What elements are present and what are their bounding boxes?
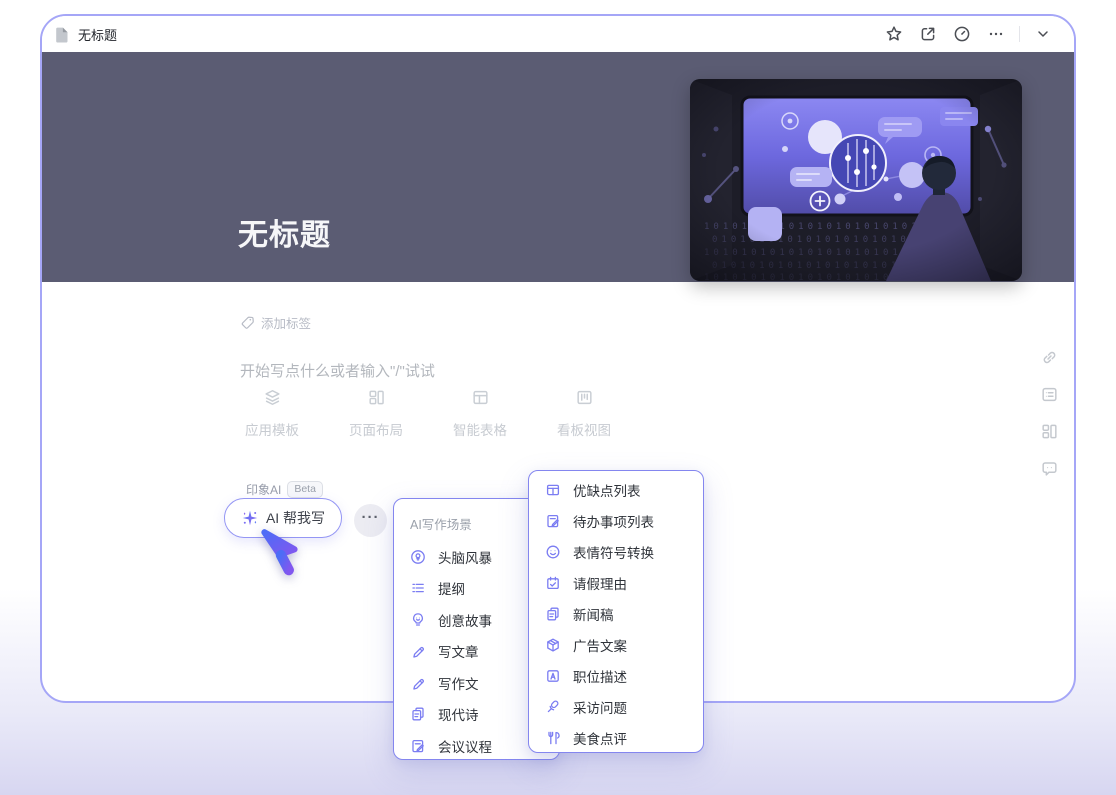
- ai-extra-scene-menu: 优缺点列表 待办事项列表 表情符号转换 请假理由: [528, 470, 704, 753]
- template-kanban-view[interactable]: 看板视图: [532, 388, 636, 439]
- add-tag-button[interactable]: 添加标签: [240, 313, 311, 332]
- star-button[interactable]: [877, 20, 911, 48]
- menu-item-emoji-convert[interactable]: 表情符号转换: [529, 536, 703, 567]
- menu-item-pros-cons[interactable]: 优缺点列表: [529, 474, 703, 505]
- template-app-templates[interactable]: 应用模板: [220, 388, 324, 439]
- comments-panel-button[interactable]: [1038, 458, 1060, 478]
- form-box-icon: [1040, 385, 1059, 404]
- link-icon: [1040, 348, 1059, 367]
- brainstorm-icon: [410, 549, 426, 565]
- tag-icon: [240, 315, 255, 330]
- layers-icon: [263, 388, 282, 407]
- menu-item-todo-list[interactable]: 待办事项列表: [529, 505, 703, 536]
- add-tag-label: 添加标签: [261, 313, 311, 332]
- titlebar: 无标题: [42, 16, 1074, 52]
- cursor-pointer-icon: [252, 524, 310, 587]
- layout-icon: [367, 388, 386, 407]
- calendar-check-icon: [545, 575, 561, 591]
- menu-item-food-review[interactable]: 美食点评: [529, 722, 703, 753]
- ai-brand: 印象AI Beta: [246, 481, 323, 498]
- microphone-icon: [545, 699, 561, 715]
- template-shortcuts: 应用模板 页面布局 智能表格 看板视图: [220, 388, 636, 439]
- template-label: 智能表格: [453, 419, 507, 439]
- idea-icon: [410, 612, 426, 628]
- note-title[interactable]: 无标题: [238, 210, 331, 254]
- template-label: 页面布局: [349, 419, 403, 439]
- menu-item-press-release[interactable]: 新闻稿: [529, 598, 703, 629]
- pen-icon: [410, 643, 426, 659]
- cutlery-icon: [545, 730, 561, 746]
- menu-item-job-description[interactable]: 职位描述: [529, 660, 703, 691]
- window-title: 无标题: [78, 25, 117, 44]
- share-button[interactable]: [911, 20, 945, 48]
- table-icon: [471, 388, 490, 407]
- table-list-icon: [545, 482, 561, 498]
- blocks-icon: [1040, 422, 1059, 441]
- document-icon: [52, 25, 71, 44]
- page: 无标题: [0, 0, 1116, 795]
- template-label: 应用模板: [245, 419, 299, 439]
- beta-badge: Beta: [287, 481, 323, 498]
- outline-panel-button[interactable]: [1038, 384, 1060, 404]
- editor-placeholder[interactable]: 开始写点什么或者输入"/"试试: [240, 360, 435, 381]
- package-icon: [545, 637, 561, 653]
- ellipsis-icon: ···: [362, 513, 380, 529]
- ai-brand-label: 印象AI: [246, 481, 281, 498]
- banner-illustration: 10101010101010101010101010 0101010101010…: [690, 79, 1022, 281]
- collapse-chevron-button[interactable]: [1026, 20, 1060, 48]
- copy-link-button[interactable]: [1038, 347, 1060, 367]
- menu-item-interview-questions[interactable]: 采访问题: [529, 691, 703, 722]
- edit-doc-icon: [410, 738, 426, 754]
- kanban-icon: [575, 388, 594, 407]
- right-tool-strip: [1038, 347, 1060, 478]
- outline-icon: [410, 580, 426, 596]
- layout-panel-button[interactable]: [1038, 421, 1060, 441]
- template-smart-table[interactable]: 智能表格: [428, 388, 532, 439]
- template-page-layout[interactable]: 页面布局: [324, 388, 428, 439]
- history-clock-button[interactable]: [945, 20, 979, 48]
- header-banner: 无标题 101010101: [42, 52, 1074, 282]
- news-copy-icon: [545, 606, 561, 622]
- pen-icon: [410, 675, 426, 691]
- job-doc-icon: [545, 668, 561, 684]
- titlebar-divider: [1019, 26, 1020, 42]
- copy-doc-icon: [410, 706, 426, 722]
- ai-more-button[interactable]: ···: [354, 504, 387, 537]
- more-menu-button[interactable]: [979, 20, 1013, 48]
- template-label: 看板视图: [557, 419, 611, 439]
- emoji-icon: [545, 544, 561, 560]
- comment-icon: [1040, 459, 1059, 478]
- menu-item-ad-copy[interactable]: 广告文案: [529, 629, 703, 660]
- menu-item-leave-excuse[interactable]: 请假理由: [529, 567, 703, 598]
- todo-icon: [545, 513, 561, 529]
